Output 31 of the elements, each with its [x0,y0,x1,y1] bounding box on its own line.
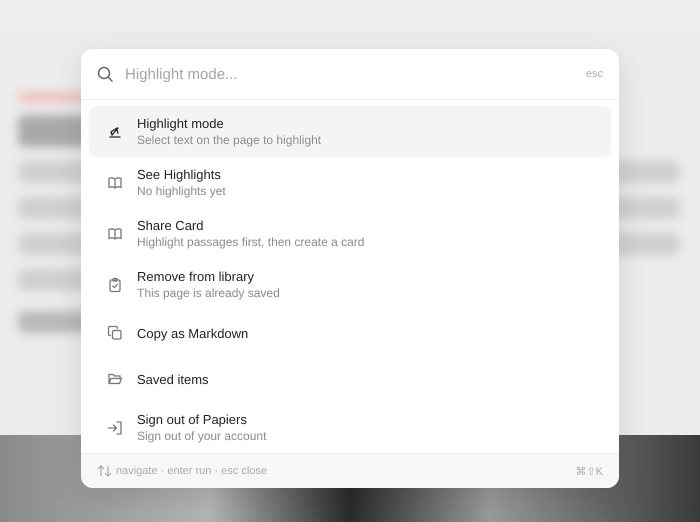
command-item[interactable]: Share Card Highlight passages first, then create a card [89,208,611,259]
command-description: Select text on the page to highlight [137,133,322,147]
search-icon [97,66,113,82]
command-description: Sign out of your account [137,429,266,443]
command-item[interactable]: Remove from library This page is already saved [89,259,611,310]
command-title: Share Card [137,218,204,233]
command-item[interactable]: Saved items [89,356,611,402]
arrows-icon [97,465,112,477]
command-item[interactable]: See Highlights No highlights yet [89,157,611,208]
shortcut-hint: esc [586,68,603,80]
command-description: Highlight passages first, then create a card [137,235,364,249]
command-description: No highlights yet [137,184,226,198]
command-item[interactable]: Highlight mode Select text on the page to highlight [89,106,611,157]
command-title: Saved items [137,372,209,386]
command-item[interactable]: Copy as Markdown [89,310,611,356]
keyboard-hints: navigate · enter run · esc close [116,465,268,477]
sign-in-arrow-icon [107,420,123,436]
book-icon [107,226,123,242]
folder-icon [107,371,123,387]
shortcut-hint: ⌘⇧K [576,464,603,478]
command-item[interactable]: Sign out of Papiers Sign out of your account [89,402,611,453]
search-field[interactable]: Highlight mode... [125,63,574,85]
command-title: Highlight mode [137,116,225,131]
book-icon [107,174,123,190]
command-title: See Highlights [137,167,222,182]
command-title: Copy as Markdown [137,326,248,340]
clipboard-check-icon [107,276,123,292]
copy-icon [107,325,123,341]
command-title: Sign out of Papiers [137,412,248,427]
command-description: This page is already saved [137,286,280,300]
command-title: Remove from library [137,269,256,284]
